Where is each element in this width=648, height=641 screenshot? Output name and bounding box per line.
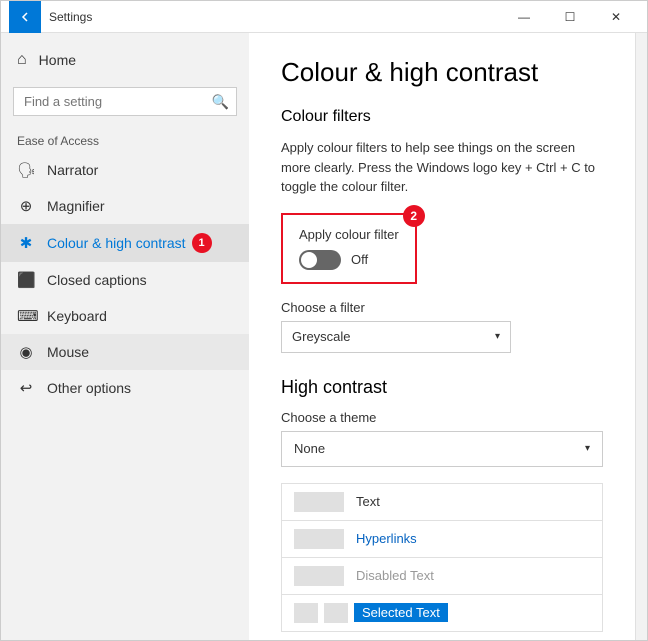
preview-text-selected: Selected Text — [354, 603, 448, 622]
settings-window: Settings — ☐ ✕ ⌂ Home 🔍 Ease of Access 🗣… — [0, 0, 648, 641]
choose-filter-label: Choose a filter — [281, 300, 603, 315]
back-icon — [17, 9, 33, 25]
high-contrast-title: High contrast — [281, 377, 603, 398]
scrollbar[interactable] — [635, 33, 647, 640]
home-label: Home — [39, 52, 76, 68]
apply-filter-box: Apply colour filter Off 2 — [281, 213, 417, 284]
colour-icon: ✱ — [17, 234, 35, 252]
preview-row-selected: Selected Text — [282, 595, 602, 631]
colour-label: Colour & high contrast — [47, 235, 186, 251]
preview-text-disabled: Disabled Text — [356, 568, 434, 583]
main-content: Colour & high contrast Colour filters Ap… — [249, 33, 635, 640]
toggle-knob — [301, 252, 317, 268]
mouse-icon: ◉ — [17, 343, 35, 361]
close-button[interactable]: ✕ — [593, 1, 639, 33]
narrator-label: Narrator — [47, 162, 98, 178]
selected-swatch2 — [324, 603, 348, 623]
search-icon: 🔍 — [212, 93, 229, 110]
sidebar: ⌂ Home 🔍 Ease of Access 🗣 Narrator ⊕ Mag… — [1, 33, 249, 640]
captions-icon: ⬛ — [17, 271, 35, 289]
step1-badge: 1 — [192, 233, 212, 253]
magnifier-label: Magnifier — [47, 198, 105, 214]
preview-row-text: Text — [282, 484, 602, 521]
keyboard-label: Keyboard — [47, 308, 107, 324]
sidebar-item-mouse[interactable]: ◉ Mouse — [1, 334, 249, 370]
step2-badge: 2 — [403, 205, 425, 227]
search-container: 🔍 — [13, 87, 237, 116]
theme-dropdown[interactable]: None ▾ — [281, 431, 603, 467]
choose-theme-label: Choose a theme — [281, 410, 603, 425]
titlebar: Settings — ☐ ✕ — [1, 1, 647, 33]
sidebar-item-narrator[interactable]: 🗣 Narrator — [1, 152, 249, 188]
sidebar-item-colour-contrast[interactable]: ✱ Colour & high contrast 1 — [1, 224, 249, 262]
page-title: Colour & high contrast — [281, 57, 603, 88]
filter-dropdown-value: Greyscale — [292, 329, 351, 344]
colour-filters-title: Colour filters — [281, 108, 603, 126]
maximize-button[interactable]: ☐ — [547, 1, 593, 33]
other-icon: ↩ — [17, 379, 35, 397]
preview-row-disabled: Disabled Text — [282, 558, 602, 595]
theme-dropdown-arrow: ▾ — [585, 443, 590, 454]
mouse-label: Mouse — [47, 344, 89, 360]
selected-swatch1 — [294, 603, 318, 623]
sidebar-item-keyboard[interactable]: ⌨ Keyboard — [1, 298, 249, 334]
main-layout: ⌂ Home 🔍 Ease of Access 🗣 Narrator ⊕ Mag… — [1, 33, 647, 640]
preview-text-normal: Text — [356, 494, 380, 509]
magnifier-icon: ⊕ — [17, 197, 35, 215]
filter-dropdown-arrow: ▾ — [495, 331, 500, 342]
search-input[interactable] — [13, 87, 237, 116]
toggle-row: Off — [299, 250, 399, 270]
theme-preview: Text Hyperlinks Disabled Text Selected T… — [281, 483, 603, 632]
home-icon: ⌂ — [17, 51, 27, 69]
window-controls: — ☐ ✕ — [501, 1, 639, 33]
minimize-button[interactable]: — — [501, 1, 547, 33]
sidebar-item-home[interactable]: ⌂ Home — [1, 41, 249, 79]
sidebar-item-magnifier[interactable]: ⊕ Magnifier — [1, 188, 249, 224]
filter-dropdown[interactable]: Greyscale ▾ — [281, 321, 511, 353]
text-swatch — [294, 492, 344, 512]
sidebar-item-other-options[interactable]: ↩ Other options — [1, 370, 249, 406]
captions-label: Closed captions — [47, 272, 147, 288]
hyperlinks-swatch — [294, 529, 344, 549]
preview-row-hyperlinks: Hyperlinks — [282, 521, 602, 558]
back-button[interactable] — [9, 1, 41, 33]
narrator-icon: 🗣 — [17, 161, 35, 179]
sidebar-item-closed-captions[interactable]: ⬛ Closed captions — [1, 262, 249, 298]
toggle-state-label: Off — [351, 252, 368, 267]
apply-filter-label: Apply colour filter — [299, 227, 399, 242]
colour-filter-toggle[interactable] — [299, 250, 341, 270]
keyboard-icon: ⌨ — [17, 307, 35, 325]
window-title: Settings — [49, 10, 501, 24]
sidebar-section-label: Ease of Access — [1, 124, 249, 152]
disabled-swatch — [294, 566, 344, 586]
other-label: Other options — [47, 380, 131, 396]
theme-dropdown-value: None — [294, 441, 325, 456]
preview-text-link: Hyperlinks — [356, 531, 417, 546]
colour-filters-description: Apply colour filters to help see things … — [281, 138, 603, 197]
